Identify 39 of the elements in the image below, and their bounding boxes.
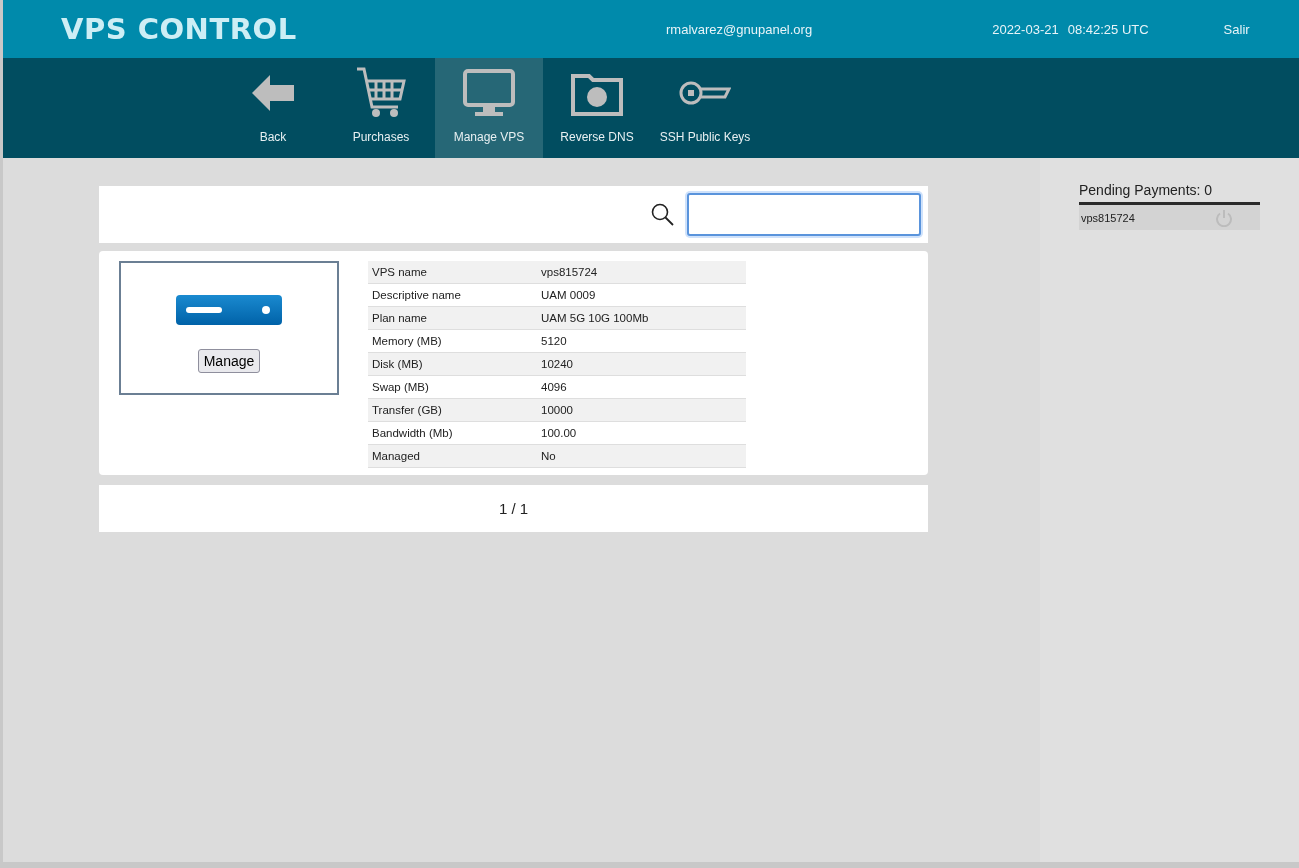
logout-link[interactable]: Salir: [1223, 21, 1250, 37]
detail-value: UAM 0009: [540, 289, 597, 301]
key-icon: [679, 79, 731, 107]
detail-label: Managed: [371, 450, 421, 462]
nav-item[interactable]: Purchases: [327, 58, 435, 158]
detail-label: Memory (MB): [371, 335, 443, 347]
search-icon: [651, 202, 675, 227]
detail-label: VPS name: [371, 266, 428, 278]
detail-value: 100.00: [540, 427, 578, 439]
detail-value: No: [540, 450, 557, 462]
detail-label: Disk (MB): [371, 358, 424, 370]
nav-item[interactable]: Back: [219, 58, 327, 158]
time-text: 08:42:25 UTC: [1067, 21, 1149, 37]
date-text: 2022-03-21: [992, 21, 1059, 37]
server-icon: [176, 295, 282, 325]
app-title: VPS CONTROL: [61, 12, 298, 46]
manage-button[interactable]: Manage: [197, 349, 261, 373]
monitor-icon: [463, 69, 515, 117]
page-indicator: 1 / 1: [498, 500, 529, 517]
nav-item[interactable]: SSH Public Keys: [651, 58, 759, 158]
detail-label: Plan name: [371, 312, 428, 324]
detail-label: Swap (MB): [371, 381, 430, 393]
detail-label: Bandwidth (Mb): [371, 427, 454, 439]
pending-name: vps815724: [1081, 211, 1135, 224]
arrow-left-icon: [252, 75, 294, 111]
user-email: rmalvarez@gnupanel.org: [666, 21, 813, 37]
detail-value: 5120: [540, 335, 568, 347]
pending-item[interactable]: vps815724: [1079, 205, 1260, 230]
nav-item[interactable]: Manage VPS: [435, 58, 543, 158]
detail-value: 4096: [540, 381, 568, 393]
detail-label: Transfer (GB): [371, 404, 443, 416]
shopping-cart-icon: [356, 67, 406, 119]
detail-value: UAM 5G 10G 100Mb: [540, 312, 650, 324]
detail-value: 10240: [540, 358, 574, 370]
detail-label: Descriptive name: [371, 289, 462, 301]
nav-item[interactable]: Reverse DNS: [543, 58, 651, 158]
search-field[interactable]: [687, 193, 921, 236]
detail-value: 10000: [540, 404, 574, 416]
detail-value: vps815724: [540, 266, 599, 278]
